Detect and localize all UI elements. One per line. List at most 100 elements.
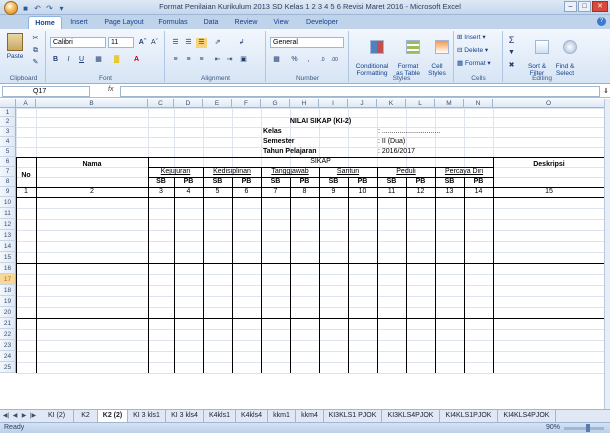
expand-formula-icon[interactable]: ⇓ — [603, 87, 609, 95]
column-header[interactable]: M — [435, 99, 464, 108]
insert-function-icon[interactable]: fx — [108, 86, 113, 93]
column-header[interactable]: N — [464, 99, 493, 108]
row-header[interactable]: 9 — [0, 187, 16, 197]
fill-icon[interactable]: ▼ — [506, 48, 517, 58]
tab-insert[interactable]: Insert — [64, 16, 94, 29]
shrink-font-icon[interactable]: Aˇ — [149, 38, 160, 48]
name-box[interactable]: Q17 — [2, 86, 90, 97]
autosum-icon[interactable]: Σ — [506, 35, 517, 45]
tab-developer[interactable]: Developer — [300, 16, 344, 29]
row-header[interactable]: 25 — [0, 362, 16, 373]
column-header[interactable]: B — [36, 99, 148, 108]
sheet-tab[interactable]: K4kls1 — [204, 410, 236, 422]
sheet-tab[interactable]: KI4KLS4PJOK — [498, 410, 556, 422]
maximize-button[interactable]: □ — [578, 1, 591, 12]
sheet-tab[interactable]: KI4KLS1PJOK — [440, 410, 498, 422]
row-header[interactable]: 21 — [0, 318, 16, 329]
formula-input[interactable] — [120, 86, 600, 97]
merge-center-icon[interactable]: ▣ — [238, 55, 249, 65]
conditional-formatting-button[interactable]: Conditional Formatting — [352, 33, 392, 91]
column-header[interactable]: J — [348, 99, 377, 108]
comma-style-icon[interactable]: , — [303, 55, 314, 65]
insert-cells-button[interactable]: ⊞ Insert ▾ — [457, 34, 486, 41]
redo-icon[interactable]: ↷ — [45, 4, 54, 13]
zoom-level[interactable]: 90% — [546, 424, 560, 431]
zoom-slider-handle[interactable] — [586, 424, 590, 432]
cell-styles-button[interactable]: Cell Styles — [424, 33, 450, 91]
row-header[interactable]: 5 — [0, 147, 16, 157]
sheet-tab[interactable]: KI3KLS4PJOK — [382, 410, 440, 422]
format-painter-icon[interactable]: ✎ — [30, 58, 41, 68]
row-header[interactable]: 16 — [0, 263, 16, 274]
sort-filter-button[interactable]: Sort & Filter — [524, 33, 550, 91]
align-top-icon[interactable]: ☰ — [170, 38, 181, 48]
align-right-icon[interactable]: ≡ — [196, 55, 207, 65]
sheet-tab[interactable]: kkm1 — [268, 410, 296, 422]
align-bottom-icon[interactable]: ☰ — [196, 38, 207, 48]
column-header[interactable]: D — [174, 99, 203, 108]
row-header[interactable]: 11 — [0, 208, 16, 219]
align-middle-icon[interactable]: ☰ — [183, 38, 194, 48]
row-header[interactable]: 7 — [0, 167, 16, 177]
percent-style-icon[interactable]: % — [289, 55, 300, 65]
cut-icon[interactable]: ✂ — [30, 34, 41, 44]
row-header[interactable]: 22 — [0, 329, 16, 340]
office-button[interactable] — [4, 1, 18, 15]
sheet-tab[interactable]: kkm4 — [296, 410, 324, 422]
undo-icon[interactable]: ↶ — [33, 4, 42, 13]
row-header[interactable]: 19 — [0, 296, 16, 307]
tab-page-layout[interactable]: Page Layout — [100, 16, 148, 29]
close-button[interactable]: ✕ — [592, 1, 608, 12]
first-sheet-icon[interactable]: ◀| — [2, 411, 10, 421]
font-size-select[interactable]: 11 — [108, 37, 134, 48]
paste-button[interactable]: Paste — [4, 33, 26, 60]
orientation-icon[interactable]: ⇗ — [212, 38, 223, 48]
column-header[interactable]: C — [148, 99, 174, 108]
row-header[interactable]: 15 — [0, 252, 16, 263]
increase-decimal-icon[interactable]: .0 — [317, 55, 328, 65]
decrease-indent-icon[interactable]: ⇤ — [212, 55, 223, 65]
last-sheet-icon[interactable]: |▶ — [29, 411, 37, 421]
sheet-tab[interactable]: KI 3 kls1 — [128, 410, 166, 422]
row-header[interactable]: 4 — [0, 137, 16, 147]
row-header[interactable]: 18 — [0, 285, 16, 296]
copy-icon[interactable]: ⧉ — [30, 46, 41, 56]
wrap-text-icon[interactable]: ↲ — [236, 38, 247, 48]
font-color-icon[interactable]: A — [131, 55, 142, 65]
column-header[interactable]: E — [203, 99, 232, 108]
bold-icon[interactable]: B — [50, 55, 61, 65]
font-name-select[interactable]: Calibri — [50, 37, 106, 48]
row-header[interactable]: 20 — [0, 307, 16, 318]
minimize-button[interactable]: – — [564, 1, 577, 12]
row-header[interactable]: 13 — [0, 230, 16, 241]
underline-icon[interactable]: U — [76, 55, 87, 65]
accounting-format-icon[interactable]: ▦ — [271, 55, 282, 65]
row-header[interactable]: 17 — [0, 274, 16, 285]
column-header[interactable]: F — [232, 99, 261, 108]
column-header[interactable]: I — [319, 99, 348, 108]
row-header[interactable]: 3 — [0, 127, 16, 137]
align-left-icon[interactable]: ≡ — [170, 55, 181, 65]
delete-cells-button[interactable]: ⊟ Delete ▾ — [457, 47, 488, 54]
row-header[interactable]: 24 — [0, 351, 16, 362]
find-select-button[interactable]: Find & Select — [552, 33, 578, 91]
column-header[interactable]: H — [290, 99, 319, 108]
format-as-table-button[interactable]: Format as Table — [394, 33, 422, 91]
prev-sheet-icon[interactable]: ◀ — [11, 411, 19, 421]
select-all-corner[interactable] — [0, 99, 16, 108]
decrease-decimal-icon[interactable]: .00 — [329, 55, 340, 65]
worksheet-grid[interactable]: A B C D E F G H I J K L M N O 1 2 3 4 5 6 7 8 9 10 11 12 13 14 15 16 17… — [0, 99, 604, 409]
number-format-select[interactable]: General — [270, 37, 344, 48]
row-header[interactable]: 6 — [0, 157, 16, 167]
tab-formulas[interactable]: Formulas — [154, 16, 192, 29]
row-header[interactable]: 8 — [0, 177, 16, 187]
sheet-tab[interactable]: K2 — [74, 410, 98, 422]
column-header[interactable]: G — [261, 99, 290, 108]
increase-indent-icon[interactable]: ⇥ — [224, 55, 235, 65]
sheet-tab[interactable]: K2 (2) — [98, 410, 128, 422]
tab-data[interactable]: Data — [198, 16, 224, 29]
row-header[interactable]: 2 — [0, 117, 16, 127]
column-header[interactable]: L — [406, 99, 435, 108]
tab-review[interactable]: Review — [230, 16, 262, 29]
fill-color-icon[interactable]: ▓ — [111, 55, 122, 65]
